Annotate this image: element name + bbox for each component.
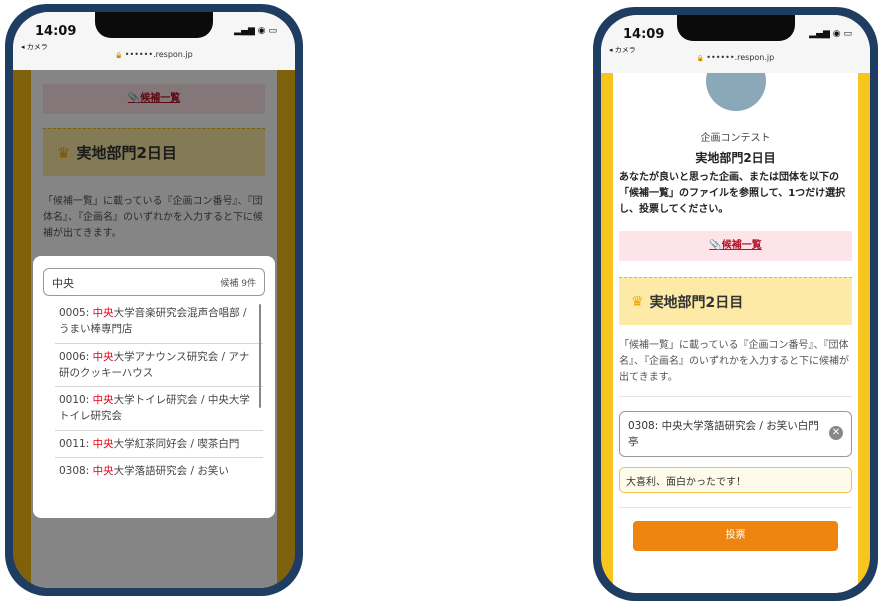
divider xyxy=(619,396,852,397)
section-title-text: 実地部門2日目 xyxy=(649,294,744,311)
list-item[interactable]: 0011: 中央大学紅茶同好会 / 喫茶白門 xyxy=(55,431,263,458)
candidate-list-link[interactable]: 📎候補一覧 xyxy=(619,231,852,261)
list-item[interactable]: 0308: 中央大学落語研究会 / お笑い xyxy=(55,458,263,484)
section-title: ♛ 実地部門2日目 xyxy=(619,277,852,325)
notch xyxy=(95,12,213,38)
status-time: 14:09 xyxy=(623,27,665,42)
left-phone: 14:09 ◂ カメラ ▂▄▆ ◉ ▭ 🔒 ••••••.respon.jp 📎候… xyxy=(5,4,303,596)
signal-wifi-battery-icon: ▂▄▆ ◉ ▭ xyxy=(809,29,852,39)
search-query: 中央 xyxy=(52,277,74,290)
right-screen: 14:09 ◂ カメラ ▂▄▆ ◉ ▭ 🔒 ••••••.respon.jp 企画… xyxy=(601,15,870,593)
lock-icon: 🔒 xyxy=(696,55,705,62)
list-item[interactable]: 0005: 中央大学音楽研究会混声合唱部 / うまい棒専門店 xyxy=(55,300,263,344)
contest-name: 企画コンテスト xyxy=(700,133,771,144)
comment-field[interactable]: 大喜利、面白かったです！ xyxy=(619,467,852,493)
search-modal: 中央 候補 9件 0005: 中央大学音楽研究会混声合唱部 / うまい棒専門店 … xyxy=(33,256,275,518)
paperclip-icon: 📎 xyxy=(709,240,722,251)
vote-button[interactable]: 投票 xyxy=(633,521,838,551)
list-item[interactable]: 0006: 中央大学アナウンス研究会 / アナ研のクッキーハウス xyxy=(55,344,263,388)
crown-icon: ♛ xyxy=(631,293,644,310)
candidate-search-input[interactable]: 0308: 中央大学落語研究会 / お笑い白門亭 ✕ xyxy=(619,411,852,457)
signal-wifi-battery-icon: ▂▄▆ ◉ ▭ xyxy=(234,26,277,36)
left-screen: 14:09 ◂ カメラ ▂▄▆ ◉ ▭ 🔒 ••••••.respon.jp 📎候… xyxy=(13,12,295,588)
notch xyxy=(676,15,795,41)
content-card: 企画コンテスト 実地部門2日目 あなたが良いと思った企画、または団体を以下の「候… xyxy=(613,51,858,593)
lock-icon: 🔒 xyxy=(115,52,123,59)
results-list: 0005: 中央大学音楽研究会混声合唱部 / うまい棒専門店 0006: 中央大… xyxy=(55,300,263,518)
voting-instructions: あなたが良いと思った企画、または団体を以下の「候補一覧」のファイルを参照して、1… xyxy=(619,172,846,215)
search-input[interactable]: 中央 候補 9件 xyxy=(43,268,265,296)
scrollbar[interactable] xyxy=(259,304,261,408)
search-instructions: 「候補一覧」に載っている『企画コン番号』、『団体名』、『企画名』のいずれかを入力… xyxy=(619,340,849,383)
list-item[interactable]: 0010: 中央大学トイレ研究会 / 中央大学トイレ研究会 xyxy=(55,387,263,431)
divider xyxy=(619,507,852,508)
url-text: ••••••.respon.jp xyxy=(124,50,193,59)
selected-candidate: 0308: 中央大学落語研究会 / お笑い白門亭 xyxy=(628,420,819,449)
page-content: 企画コンテスト 実地部門2日目 あなたが良いと思った企画、または団体を以下の「候… xyxy=(601,51,870,593)
clear-icon[interactable]: ✕ xyxy=(829,426,843,440)
candidate-count: 候補 9件 xyxy=(220,279,256,289)
page-content: 📎候補一覧 ♛ 実地部門2日目 「候補一覧」に載っている『企画コン番号』、『団体名… xyxy=(13,70,295,588)
url-text: ••••••.respon.jp xyxy=(706,53,775,62)
candidate-list-link-label: 候補一覧 xyxy=(721,240,762,251)
address-bar[interactable]: 🔒 ••••••.respon.jp xyxy=(13,50,295,59)
right-phone: 14:09 ◂ カメラ ▂▄▆ ◉ ▭ 🔒 ••••••.respon.jp 企画… xyxy=(593,7,878,601)
page-title: 実地部門2日目 xyxy=(695,151,776,165)
address-bar[interactable]: 🔒 ••••••.respon.jp xyxy=(601,53,870,62)
status-time: 14:09 xyxy=(35,24,77,39)
